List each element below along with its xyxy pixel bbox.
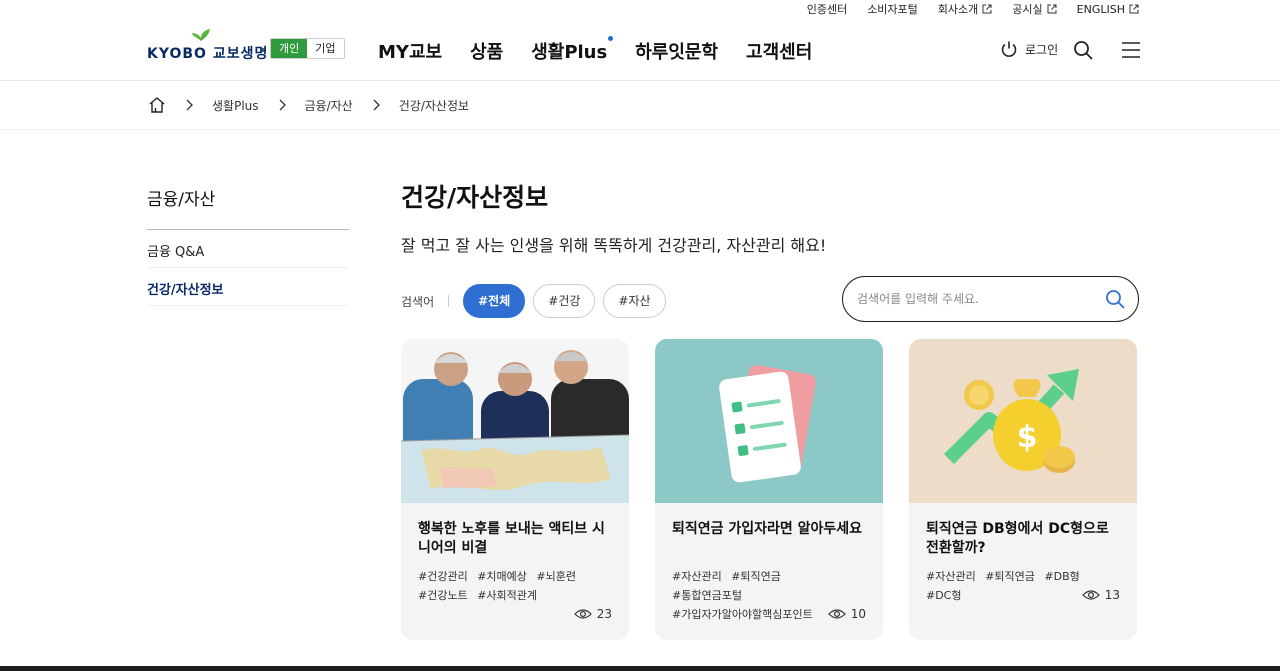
util-link-about[interactable]: 회사소개 [938, 1, 992, 17]
breadcrumb-item-current: 건강/자산정보 [398, 98, 470, 113]
article-tag[interactable]: #DB형 [1044, 570, 1079, 583]
article-list: 행복한 노후를 보내는 액티브 시니어의 비결 #건강관리 #치매예상 #뇌훈련… [401, 339, 1137, 640]
customer-type-toggle: 개인 기업 [270, 38, 345, 59]
side-menu-title: 금융/자산 [147, 185, 349, 230]
view-count: 13 [1081, 588, 1120, 602]
site-header: KYOBO 교보생명 개인 기업 MY교보 상품 생활Plus 하루잇문학 고객… [0, 18, 1280, 81]
tag-filter: 검색어 #전체 #건강 #자산 [401, 284, 674, 318]
view-count-value: 10 [850, 607, 866, 621]
util-link-label: ENGLISH [1076, 2, 1125, 16]
breadcrumb-item[interactable]: 생활Plus [212, 97, 259, 114]
login-button[interactable]: 로그인 [1000, 40, 1058, 58]
power-icon [1001, 41, 1017, 57]
util-link-cert[interactable]: 인증센터 [807, 1, 847, 17]
article-card[interactable]: 행복한 노후를 보내는 액티브 시니어의 비결 #건강관리 #치매예상 #뇌훈련… [401, 339, 629, 640]
chevron-right-icon [373, 99, 380, 111]
external-link-icon [1047, 4, 1057, 14]
page-title: 건강/자산정보 [401, 183, 549, 212]
util-link-disclosure[interactable]: 공시실 [1012, 1, 1057, 17]
article-title: 행복한 노후를 보내는 액티브 시니어의 비결 [418, 521, 605, 556]
util-link-label: 공시실 [1012, 3, 1043, 16]
filter-label: 검색어 [401, 294, 435, 309]
gnb-item-label: 생활Plus [531, 42, 608, 63]
article-tag[interactable]: #통합연금포털 [672, 589, 742, 602]
article-tag[interactable]: #DC형 [926, 589, 962, 602]
search-box [842, 276, 1139, 322]
article-thumbnail-checklist [655, 339, 883, 503]
article-title: 퇴직연금 DB형에서 DC형으로 전환할까? [926, 521, 1109, 556]
util-link-label: 회사소개 [937, 3, 979, 16]
chip-all[interactable]: #전체 [463, 284, 526, 318]
side-item-health-asset[interactable]: 건강/자산정보 [147, 268, 349, 306]
article-tag[interactable]: #퇴직연금 [731, 570, 781, 583]
breadcrumb: 생활Plus 금융/자산 건강/자산정보 [0, 82, 1280, 130]
segment-corporate[interactable]: 기업 [307, 39, 344, 58]
article-tag[interactable]: #건강노트 [418, 589, 468, 602]
page-subtitle: 잘 먹고 잘 사는 인생을 위해 똑똑하게 건강관리, 자산관리 해요! [401, 236, 827, 255]
search-icon[interactable] [1073, 40, 1093, 60]
article-thumbnail-money-bag: $ [909, 339, 1137, 503]
util-link-consumer[interactable]: 소비자포털 [867, 1, 918, 17]
article-card[interactable]: 퇴직연금 가입자라면 알아두세요 #자산관리 #퇴직연금 #통합연금포털 #가입… [655, 339, 883, 640]
home-icon[interactable] [148, 96, 166, 114]
article-tag[interactable]: #퇴직연금 [985, 570, 1035, 583]
article-tag[interactable]: #가입자가알아야할핵심포인트 [672, 608, 813, 621]
search-input[interactable] [857, 292, 1097, 306]
gnb-item-customer-center[interactable]: 고객센터 [746, 38, 812, 64]
svg-text:$: $ [1017, 420, 1038, 455]
login-label: 로그인 [1025, 42, 1059, 57]
chip-asset[interactable]: #자산 [603, 284, 666, 318]
main-content: 건강/자산정보 잘 먹고 잘 사는 인생을 위해 똑똑하게 건강관리, 자산관리… [401, 178, 1141, 640]
article-thumbnail-seniors-map [401, 339, 629, 503]
side-item-finance-qa[interactable]: 금융 Q&A [147, 230, 349, 268]
gnb-item-life-plus[interactable]: 생활Plus [531, 36, 614, 64]
leaf-logo-icon [192, 29, 210, 41]
article-tags: #건강관리 #치매예상 #뇌훈련 #건강노트 #사회적관계 [418, 567, 612, 605]
util-link-label: 소비자포털 [867, 3, 918, 16]
external-link-icon [1129, 4, 1139, 14]
util-link-label: 인증센터 [806, 3, 848, 16]
chevron-right-icon [279, 99, 286, 111]
external-link-icon [982, 4, 992, 14]
gnb-item-products[interactable]: 상품 [470, 38, 503, 64]
logo-text: KYOBO 교보생명 [147, 46, 269, 62]
view-count: 23 [573, 607, 612, 621]
article-tag[interactable]: #치매예상 [477, 570, 527, 583]
utility-nav: 인증센터 소비자포털 회사소개 공시실 ENGLISH [807, 0, 1139, 18]
article-title: 퇴직연금 가입자라면 알아두세요 [672, 521, 863, 537]
article-tag[interactable]: #건강관리 [418, 570, 468, 583]
article-tag[interactable]: #사회적관계 [477, 589, 537, 602]
chevron-right-icon [186, 99, 193, 111]
footer-edge [0, 666, 1280, 671]
article-card[interactable]: $ 퇴직연금 DB형에서 DC형으로 전환할까? #자산관리 #퇴직연금 #DB… [909, 339, 1137, 640]
article-tag[interactable]: #자산관리 [926, 570, 976, 583]
hamburger-menu-icon[interactable] [1121, 40, 1141, 60]
global-nav: MY교보 상품 생활Plus 하루잇문학 고객센터 [378, 36, 812, 64]
chip-health[interactable]: #건강 [533, 284, 596, 318]
eye-icon [827, 609, 846, 619]
eye-icon [573, 609, 592, 619]
new-indicator-dot [608, 36, 614, 41]
segment-personal[interactable]: 개인 [271, 39, 308, 58]
eye-icon [1081, 590, 1100, 600]
article-tag[interactable]: #뇌훈련 [536, 570, 576, 583]
util-link-english[interactable]: ENGLISH [1077, 3, 1139, 16]
view-count: 10 [827, 607, 866, 621]
view-count-value: 13 [1104, 588, 1120, 602]
view-count-value: 23 [596, 607, 612, 621]
breadcrumb-item[interactable]: 금융/자산 [305, 97, 353, 114]
search-icon[interactable] [1105, 289, 1125, 309]
gnb-item-literature[interactable]: 하루잇문학 [635, 38, 718, 64]
article-tag[interactable]: #자산관리 [672, 570, 722, 583]
kyobo-logo[interactable]: KYOBO 교보생명 [147, 28, 268, 62]
side-menu: 금융/자산 금융 Q&A 건강/자산정보 [147, 185, 349, 306]
gnb-item-my-kyobo[interactable]: MY교보 [378, 38, 442, 64]
divider [448, 295, 450, 307]
